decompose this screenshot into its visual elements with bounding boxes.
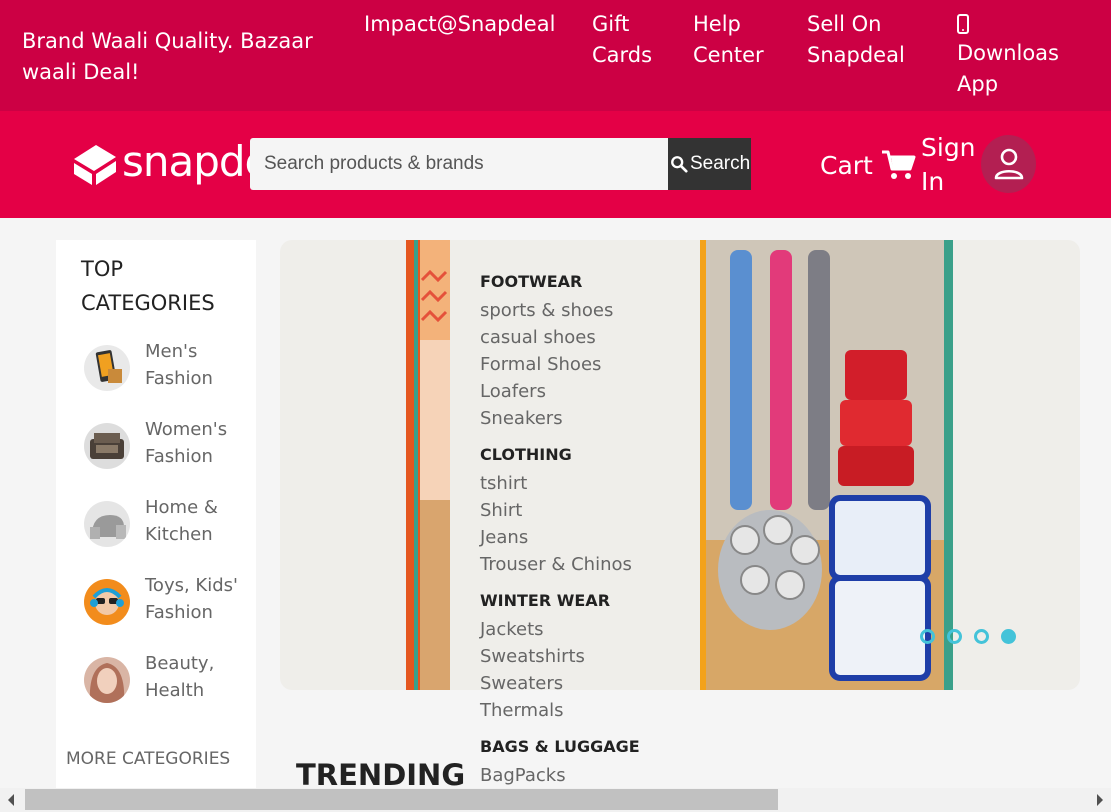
menu-item[interactable]: Loafers xyxy=(480,378,690,405)
tagline: Brand Waali Quality. Bazaar waali Deal! xyxy=(22,29,313,84)
menu-item[interactable]: Thermals xyxy=(480,697,690,724)
sidebar-item-label: Women's Fashion xyxy=(145,419,228,467)
search-input[interactable] xyxy=(250,138,668,190)
logo-text: snapdeal xyxy=(122,137,250,186)
menu-item[interactable]: tshirt xyxy=(480,470,690,497)
top-categories-sidebar: TOP CATEGORIES Men's Fashion Women's Fas… xyxy=(56,240,256,788)
menu-item[interactable]: Trouser & Chinos xyxy=(480,551,690,578)
menu-item[interactable]: Jackets xyxy=(480,616,690,643)
menu-item[interactable]: Sneakers xyxy=(480,405,690,432)
sidebar-item-label: Toys, Kids' Fashion xyxy=(145,575,238,623)
home-kitchen-thumbnail xyxy=(84,501,130,547)
top-bar: Brand Waali Quality. Bazaar waali Deal! … xyxy=(0,0,1111,111)
trending-section-title: TRENDING xyxy=(296,758,466,792)
toys-kids-fashion-thumbnail xyxy=(84,579,130,625)
carousel-dot[interactable] xyxy=(947,629,962,644)
sidebar-item-label: Beauty, Health xyxy=(145,653,215,701)
sidebar-title: TOP CATEGORIES xyxy=(81,257,215,315)
impact-link[interactable]: Impact@Snapdeal xyxy=(364,9,555,40)
sidebar-item-toys-kids-fashion[interactable]: Toys, Kids' Fashion xyxy=(84,572,254,632)
logo-mark-icon xyxy=(74,145,116,185)
menu-heading[interactable]: BAGS & LUGGAGE xyxy=(480,737,690,757)
search-button[interactable]: Search xyxy=(668,138,751,190)
menu-item[interactable]: Jeans xyxy=(480,524,690,551)
scrollbar-thumb[interactable] xyxy=(25,789,778,810)
header: snapdeal Search Cart Sign In xyxy=(0,111,1111,218)
sidebar-item-mens-fashion[interactable]: Men's Fashion xyxy=(84,338,254,398)
menu-heading[interactable]: FOOTWEAR xyxy=(480,272,690,292)
gift-cards-link[interactable]: Gift Cards xyxy=(592,9,672,71)
banner-left-slice-image xyxy=(406,240,450,690)
menu-item[interactable]: Shirt xyxy=(480,497,690,524)
menu-group-footwear: FOOTWEAR sports & shoes casual shoes For… xyxy=(480,272,690,432)
more-categories-link[interactable]: MORE CATEGORIES xyxy=(66,749,230,769)
sidebar-item-beauty-health[interactable]: Beauty, Health xyxy=(84,650,254,710)
carousel-dot-active[interactable] xyxy=(1001,629,1016,644)
download-app-link[interactable]: Downloas App xyxy=(957,9,1077,100)
menu-heading[interactable]: CLOTHING xyxy=(480,445,690,465)
menu-item[interactable]: BagPacks xyxy=(480,762,690,789)
search-button-label: Search xyxy=(690,153,751,174)
search-icon xyxy=(671,156,688,173)
sell-on-snapdeal-link[interactable]: Sell On Snapdeal xyxy=(807,9,927,71)
sidebar-item-label: Home & Kitchen xyxy=(145,497,218,545)
help-center-link[interactable]: Help Center xyxy=(693,9,773,71)
menu-item[interactable]: Sweatshirts xyxy=(480,643,690,670)
menu-item[interactable]: sports & shoes xyxy=(480,297,690,324)
cart-icon xyxy=(881,150,916,179)
horizontal-scrollbar[interactable] xyxy=(0,788,1111,812)
category-flyout-menu: FOOTWEAR sports & shoes casual shoes For… xyxy=(480,272,690,802)
scroll-right-arrow-icon[interactable] xyxy=(1097,794,1103,806)
menu-item[interactable]: Formal Shoes xyxy=(480,351,690,378)
cart-button[interactable]: Cart xyxy=(820,149,917,181)
carousel-dot[interactable] xyxy=(920,629,935,644)
menu-heading[interactable]: WINTER WEAR xyxy=(480,591,690,611)
download-app-label: Downloas App xyxy=(957,41,1059,96)
carousel-dots xyxy=(920,629,1028,644)
scroll-left-arrow-icon[interactable] xyxy=(8,794,14,806)
sidebar-item-label: Men's Fashion xyxy=(145,341,213,389)
sidebar-item-womens-fashion[interactable]: Women's Fashion xyxy=(84,416,254,476)
carousel-dot[interactable] xyxy=(974,629,989,644)
menu-group-bags-luggage: BAGS & LUGGAGE BagPacks xyxy=(480,737,690,789)
sign-in-link[interactable]: Sign In xyxy=(921,131,981,199)
snapdeal-logo[interactable]: snapdeal xyxy=(70,137,250,193)
sidebar-item-home-kitchen[interactable]: Home & Kitchen xyxy=(84,494,254,554)
user-icon xyxy=(994,148,1023,180)
menu-item[interactable]: Sweaters xyxy=(480,670,690,697)
cart-label: Cart xyxy=(820,150,873,180)
user-avatar-button[interactable] xyxy=(981,135,1036,193)
banner-kitchen-products-image xyxy=(700,240,953,690)
phone-icon xyxy=(957,14,969,34)
beauty-health-thumbnail xyxy=(84,657,130,703)
menu-group-clothing: CLOTHING tshirt Shirt Jeans Trouser & Ch… xyxy=(480,445,690,578)
menu-group-winter-wear: WINTER WEAR Jackets Sweatshirts Sweaters… xyxy=(480,591,690,724)
mens-fashion-thumbnail xyxy=(84,345,130,391)
menu-item[interactable]: casual shoes xyxy=(480,324,690,351)
womens-fashion-thumbnail xyxy=(84,423,130,469)
